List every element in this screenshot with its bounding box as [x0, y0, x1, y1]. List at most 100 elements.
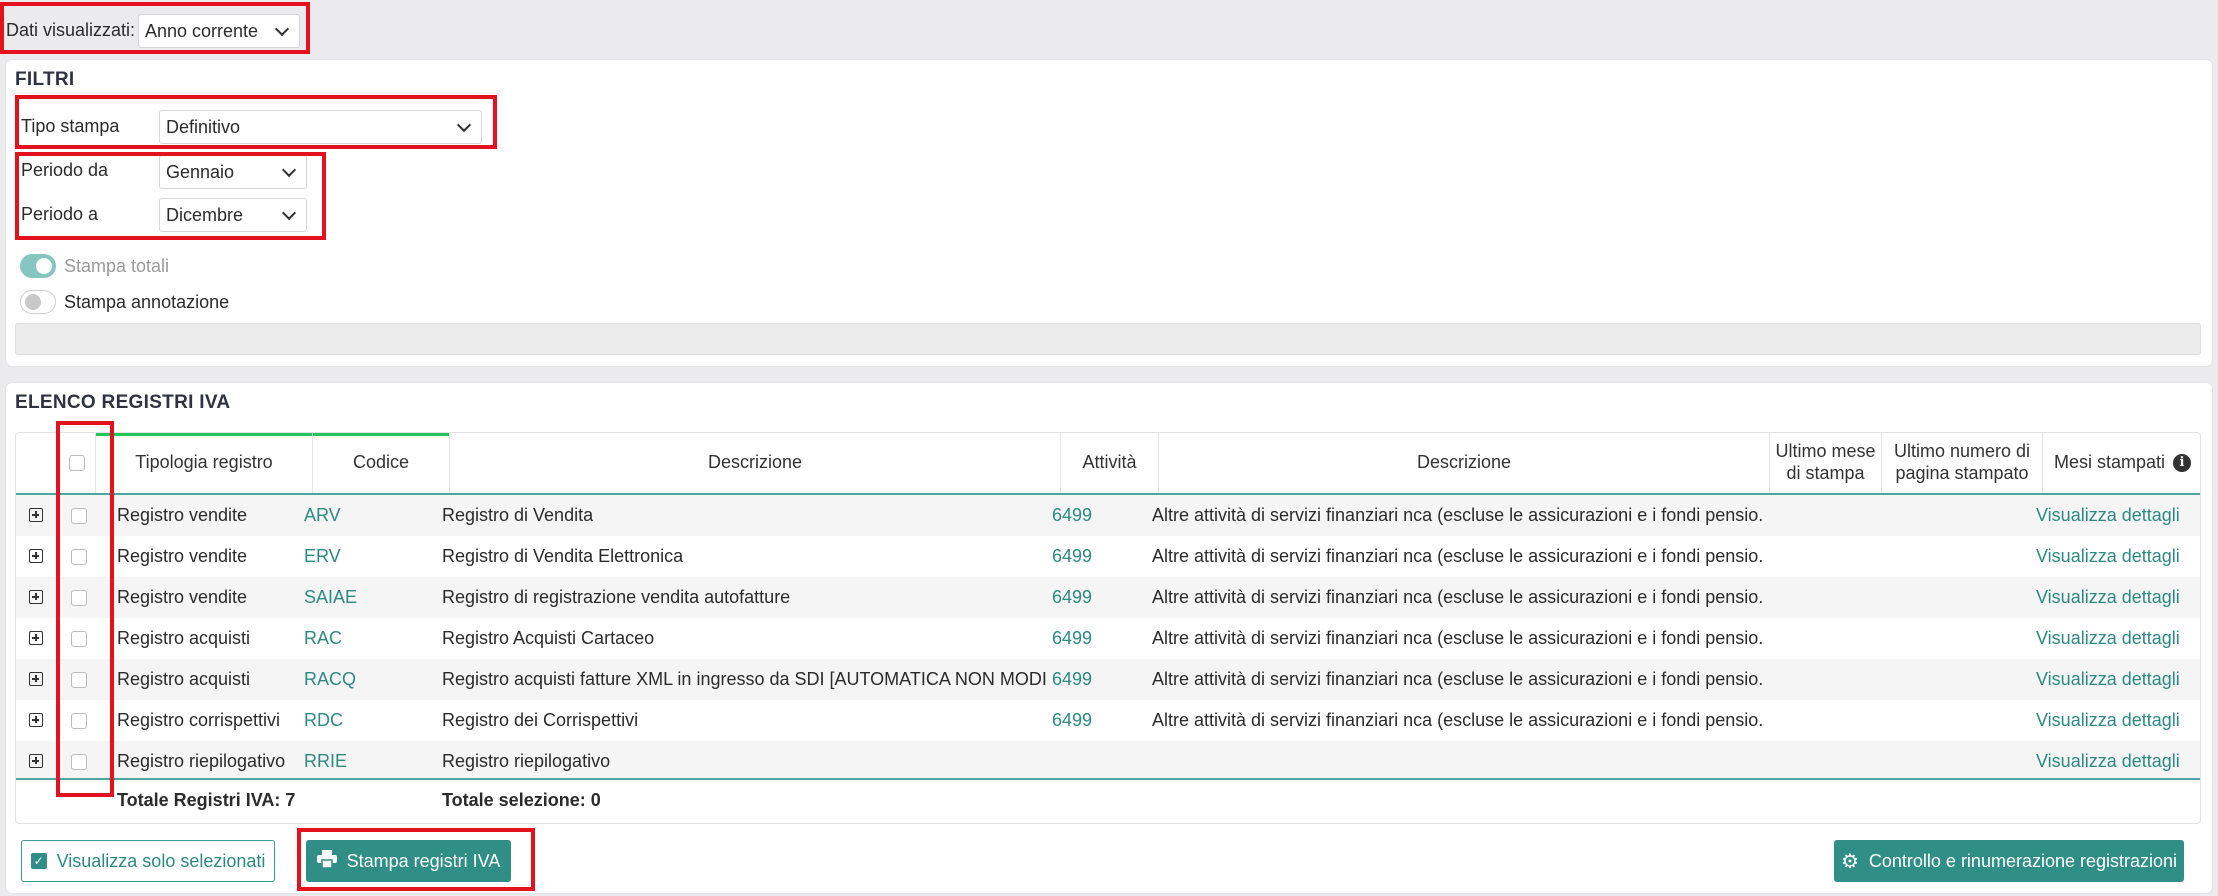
row-checkbox[interactable]: [71, 713, 87, 729]
cell-descrizione-attivita: Altre attività di servizi finanziari nca…: [1152, 546, 1764, 566]
cell-descrizione-attivita: [1152, 741, 1764, 782]
visualizza-solo-selezionati-button[interactable]: ✓ Visualizza solo selezionati: [21, 840, 275, 882]
cell-attivita[interactable]: [1052, 741, 1150, 782]
th-ultimo-numero-line2: pagina stampato: [1895, 463, 2029, 483]
expand-icon[interactable]: [29, 590, 43, 604]
stampa-registri-button[interactable]: Stampa registri IVA: [306, 840, 511, 882]
expand-icon[interactable]: [29, 549, 43, 563]
top-bar: Dati visualizzati: Anno corrente: [0, 0, 2218, 58]
checkbox-checked-icon: ✓: [30, 853, 47, 869]
chevron-down-icon: [456, 117, 472, 133]
chevron-down-icon: [281, 162, 297, 178]
gears-icon: ⚙: [1840, 850, 1859, 873]
cell-codice[interactable]: SAIAE: [304, 577, 441, 618]
totale-registri: Totale Registri IVA: 7: [117, 789, 296, 810]
row-checkbox[interactable]: [71, 590, 87, 606]
periodo-da-select[interactable]: Gennaio: [159, 155, 307, 189]
cell-codice[interactable]: ARV: [304, 495, 441, 536]
cell-tipologia: Registro vendite: [117, 587, 248, 607]
th-ultimo-numero[interactable]: Ultimo numero di pagina stampato: [1882, 433, 2043, 493]
table-row[interactable]: Registro vendite ARV Registro di Vendita 64…: [16, 495, 2200, 536]
visualizza-dettagli-link[interactable]: Visualizza dettagli: [2036, 700, 2200, 741]
visualizza-dettagli-link[interactable]: Visualizza dettagli: [2036, 741, 2200, 782]
tipo-stampa-label: Tipo stampa: [21, 116, 120, 136]
visualizza-dettagli-link[interactable]: Visualizza dettagli: [2036, 577, 2200, 618]
table-row[interactable]: Registro acquisti RACQ Registro acquisti f…: [16, 659, 2200, 700]
visualizza-dettagli-link[interactable]: Visualizza dettagli: [2036, 659, 2200, 700]
cell-attivita[interactable]: 6499: [1052, 618, 1150, 659]
cell-codice[interactable]: RACQ: [304, 659, 441, 700]
visualizza-solo-selezionati-label: Visualizza solo selezionati: [56, 850, 266, 871]
row-checkbox[interactable]: [71, 631, 87, 647]
th-attivita[interactable]: Attività: [1061, 433, 1159, 493]
th-codice[interactable]: Codice: [313, 433, 450, 493]
cell-tipologia: Registro riepilogativo: [117, 751, 286, 771]
expand-icon[interactable]: [29, 672, 43, 686]
chevron-down-icon: [274, 21, 290, 37]
tipo-stampa-select[interactable]: Definitivo: [159, 110, 482, 144]
select-all-checkbox[interactable]: [68, 455, 85, 471]
dati-visualizzati-value: Anno corrente: [145, 20, 259, 41]
table-row[interactable]: Registro riepilogativo RRIE Registro riepi…: [16, 741, 2200, 782]
cell-descrizione-attivita: Altre attività di servizi finanziari nca…: [1152, 710, 1764, 730]
cell-descrizione: Registro dei Corrispettivi: [442, 710, 639, 730]
expand-icon[interactable]: [29, 508, 43, 522]
dati-visualizzati-select[interactable]: Anno corrente: [138, 14, 300, 48]
dati-visualizzati-label: Dati visualizzati:: [6, 20, 136, 40]
stampa-annotazione-toggle[interactable]: [20, 290, 56, 314]
filters-panel: [6, 60, 2212, 366]
cell-codice[interactable]: RAC: [304, 618, 441, 659]
cell-descrizione-attivita: Altre attività di servizi finanziari nca…: [1152, 628, 1764, 648]
visualizza-dettagli-link[interactable]: Visualizza dettagli: [2036, 536, 2200, 577]
cell-descrizione: Registro di Vendita Elettronica: [442, 546, 684, 566]
cell-attivita[interactable]: 6499: [1052, 577, 1150, 618]
th-mesi-stampati[interactable]: Mesi stampati i: [2043, 433, 2200, 493]
table-row[interactable]: Registro corrispettivi RDC Registro dei Co…: [16, 700, 2200, 741]
row-checkbox[interactable]: [71, 549, 87, 565]
table-row[interactable]: Registro vendite SAIAE Registro di registr…: [16, 577, 2200, 618]
info-icon[interactable]: i: [2173, 454, 2192, 472]
chevron-down-icon: [281, 205, 297, 221]
controllo-rinumerazione-button[interactable]: ⚙ Controllo e rinumerazione registrazion…: [1834, 840, 2184, 882]
cell-descrizione-attivita: Altre attività di servizi finanziari nca…: [1152, 587, 1764, 607]
row-checkbox[interactable]: [71, 672, 87, 688]
cell-attivita[interactable]: 6499: [1052, 700, 1150, 741]
th-descrizione-attivita[interactable]: Descrizione: [1159, 433, 1770, 493]
cell-codice[interactable]: ERV: [304, 536, 441, 577]
cell-attivita[interactable]: 6499: [1052, 495, 1150, 536]
footer-divider: [16, 778, 2200, 780]
stampa-annotazione-label: Stampa annotazione: [64, 292, 230, 312]
visualizza-dettagli-link[interactable]: Visualizza dettagli: [2036, 495, 2200, 536]
expand-icon[interactable]: [29, 754, 43, 768]
cell-codice[interactable]: RDC: [304, 700, 441, 741]
row-checkbox[interactable]: [71, 508, 87, 524]
periodo-a-value: Dicembre: [166, 204, 244, 225]
cell-attivita[interactable]: 6499: [1052, 536, 1150, 577]
th-ultimo-mese[interactable]: Ultimo mese di stampa: [1770, 433, 1882, 493]
th-tipologia[interactable]: Tipologia registro: [96, 433, 313, 493]
th-descrizione[interactable]: Descrizione: [450, 433, 1061, 493]
table-row[interactable]: Registro vendite ERV Registro di Vendita E…: [16, 536, 2200, 577]
th-ultimo-mese-line2: di stampa: [1786, 463, 1865, 483]
cell-codice[interactable]: RRIE: [304, 741, 441, 782]
cell-descrizione: Registro Acquisti Cartaceo: [442, 628, 655, 648]
stampa-totali-toggle[interactable]: [20, 254, 56, 278]
tipo-stampa-value: Definitivo: [166, 116, 241, 137]
table-row[interactable]: Registro acquisti RAC Registro Acquisti Ca…: [16, 618, 2200, 659]
filters-title: FILTRI: [15, 69, 75, 90]
periodo-a-select[interactable]: Dicembre: [159, 198, 307, 232]
visualizza-dettagli-link[interactable]: Visualizza dettagli: [2036, 618, 2200, 659]
annotazione-field[interactable]: [15, 323, 2201, 355]
cell-descrizione-attivita: Altre attività di servizi finanziari nca…: [1152, 505, 1764, 525]
stampa-totali-label: Stampa totali: [64, 256, 170, 276]
registri-title: ELENCO REGISTRI IVA: [15, 392, 231, 413]
cell-descrizione: Registro riepilogativo: [442, 751, 611, 771]
registri-table: Tipologia registro Codice Descrizione At…: [15, 432, 2201, 824]
cell-descrizione: Registro di registrazione vendita autofa…: [442, 587, 791, 607]
row-checkbox[interactable]: [71, 754, 87, 770]
expand-icon[interactable]: [29, 713, 43, 727]
cell-attivita[interactable]: 6499: [1052, 659, 1150, 700]
cell-tipologia: Registro acquisti: [117, 628, 251, 648]
totale-selezione: Totale selezione: 0: [442, 789, 601, 810]
expand-icon[interactable]: [29, 631, 43, 645]
